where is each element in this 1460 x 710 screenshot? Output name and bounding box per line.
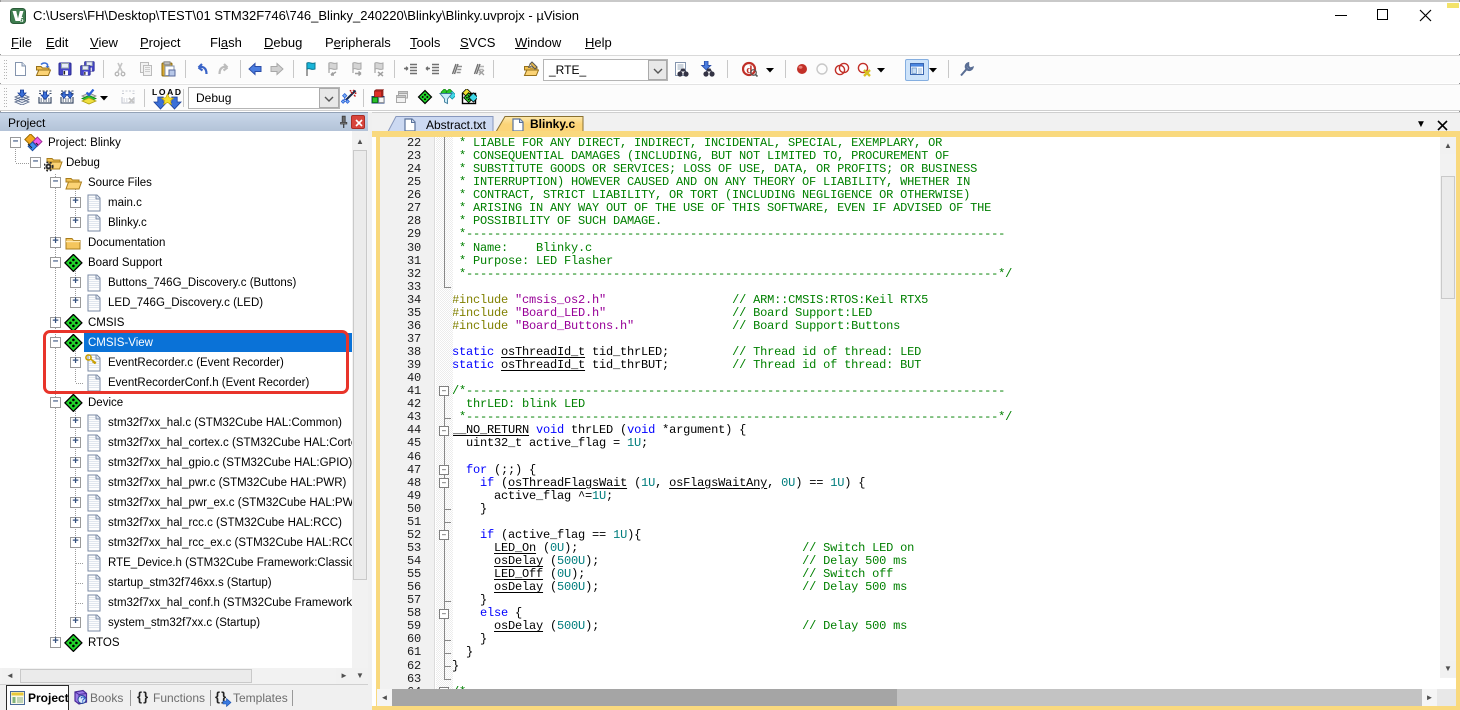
svg-text:?: ? xyxy=(80,695,85,705)
svg-text:5: 5 xyxy=(20,16,24,24)
